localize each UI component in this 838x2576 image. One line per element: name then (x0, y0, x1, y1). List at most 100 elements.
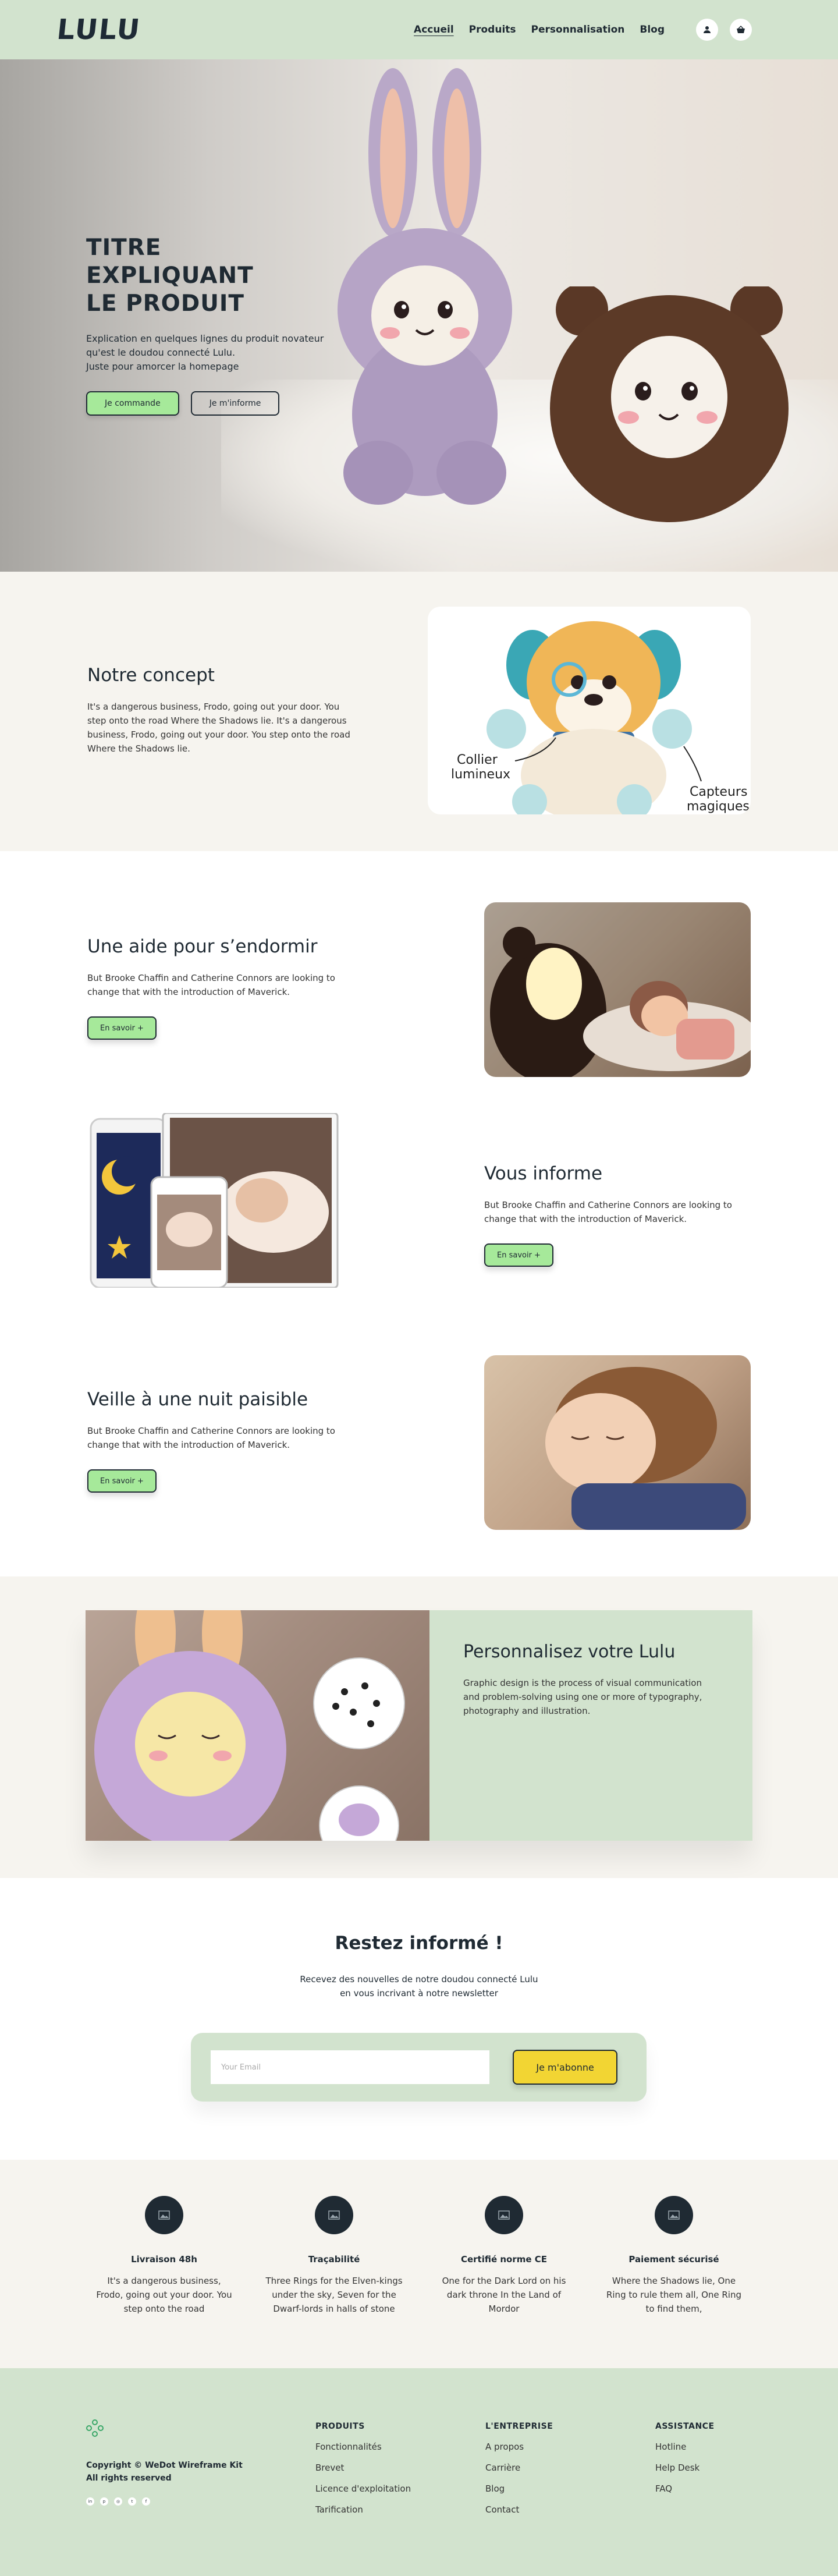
nav-link-personnalisation[interactable]: Personnalisation (531, 24, 625, 36)
footer-link-help-desk[interactable]: Help Desk (655, 2462, 715, 2473)
feature-sleep-button[interactable]: En savoir + (87, 1016, 157, 1040)
sensors-label-line-1: Capteurs (690, 785, 747, 799)
usp-secure-payment-text: Where the Shadows lie, One Ring to rule … (606, 2276, 742, 2314)
image-icon (485, 2196, 523, 2234)
newsletter-subtitle-line-2: en vous incrivant à notre newsletter (340, 1988, 498, 1999)
pinterest-icon[interactable]: p (100, 2497, 108, 2506)
footer-col-company-title: L'ENTREPRISE (485, 2422, 553, 2431)
personalize-image (86, 1610, 429, 1841)
basket-icon[interactable] (730, 19, 752, 41)
nav-link-produits[interactable]: Produits (469, 24, 516, 36)
facebook-icon[interactable]: f (142, 2497, 150, 2506)
sleeping-child-image (545, 1367, 746, 1530)
sensors-label-line-2: magiques (687, 799, 750, 814)
instagram-icon[interactable]: ◎ (114, 2497, 122, 2506)
footer-link-patent[interactable]: Brevet (315, 2462, 411, 2473)
hero-title: TITRE EXPLIQUANT LE PRODUIT (86, 234, 331, 318)
usp-secure-payment-title: Paiement sécurisé (628, 2254, 719, 2265)
feature-sleep-text: But Brooke Chaffin and Catherine Connors… (87, 973, 335, 997)
hero-content: TITRE EXPLIQUANT LE PRODUIT Explication … (86, 234, 331, 416)
feature-night-button[interactable]: En savoir + (87, 1469, 157, 1493)
usp-delivery: Livraison 48h It's a dangerous business,… (79, 2160, 249, 2368)
copyright: Copyright © WeDot Wireframe Kit All righ… (86, 2459, 261, 2485)
subscribe-button[interactable]: Je m'abonne (513, 2050, 617, 2085)
hero-subtitle-line-3: Juste pour amorcer la homepage (86, 361, 239, 372)
concept-section: Notre concept It's a dangerous business,… (0, 572, 838, 851)
footer-link-contact[interactable]: Contact (485, 2504, 553, 2515)
top-navigation: LULU Accueil Produits Personnalisation B… (0, 0, 838, 59)
feature-sleep-image (484, 902, 751, 1077)
feature-inform-text: But Brooke Chaffin and Catherine Connors… (484, 1200, 732, 1224)
image-icon (145, 2196, 183, 2234)
feature-inform-image (87, 1113, 354, 1288)
personalize-title: Personnalisez votre Lulu (463, 1642, 676, 1662)
hero-section: TITRE EXPLIQUANT LE PRODUIT Explication … (0, 59, 838, 572)
nav-links: Accueil Produits Personnalisation Blog (414, 24, 665, 36)
personalize-content: Personnalisez votre Lulu Graphic design … (429, 1610, 752, 1841)
footer: Copyright © WeDot Wireframe Kit All righ… (0, 2368, 838, 2576)
usp-ce-certified-text: One for the Dark Lord on his dark throne… (442, 2276, 566, 2314)
usp-traceability-title: Traçabilité (308, 2254, 360, 2265)
night-light-bear-image (484, 902, 751, 1077)
hero-subtitle-line-2: qu'est le doudou connecté Lulu. (86, 347, 236, 358)
feature-inform-button[interactable]: En savoir + (484, 1243, 553, 1267)
footer-link-pricing[interactable]: Tarification (315, 2504, 411, 2515)
twitter-icon[interactable]: t (128, 2497, 136, 2506)
usp-delivery-text: It's a dangerous business, Frodo, going … (96, 2276, 232, 2314)
footer-col-support-title: ASSISTANCE (655, 2422, 715, 2431)
logo[interactable]: LULU (55, 13, 143, 46)
usp-secure-payment: Paiement sécurisé Where the Shadows lie,… (589, 2160, 759, 2368)
footer-link-about[interactable]: A propos (485, 2442, 553, 2452)
feature-inform: Vous informe But Brooke Chaffin and Cath… (484, 1163, 758, 1267)
collar-label-line-2: lumineux (451, 767, 510, 782)
newsletter-title: Restez informé ! (335, 1933, 503, 1954)
footer-brand: Copyright © WeDot Wireframe Kit All righ… (86, 2419, 261, 2506)
concept-image-card: Collier lumineux Capteurs magiques (428, 607, 751, 814)
image-icon (315, 2196, 353, 2234)
nav-link-accueil[interactable]: Accueil (414, 24, 454, 36)
footer-link-careers[interactable]: Carrière (485, 2462, 553, 2473)
newsletter-subtitle-line-1: Recevez des nouvelles de notre doudou co… (300, 1974, 538, 1985)
features-section: Une aide pour s’endormir But Brooke Chaf… (0, 851, 838, 1576)
newsletter-section: Restez informé ! Recevez des nouvelles d… (0, 1878, 838, 2160)
footer-col-products: PRODUITS Fonctionnalités Brevet Licence … (315, 2422, 411, 2515)
footer-logo-icon[interactable] (86, 2419, 104, 2437)
nav-right: Accueil Produits Personnalisation Blog (414, 19, 752, 41)
purple-bunny-image (94, 1610, 405, 1841)
hero-title-line-1: TITRE EXPLIQUANT (86, 235, 254, 289)
usp-delivery-title: Livraison 48h (131, 2254, 197, 2265)
email-input[interactable] (211, 2050, 490, 2084)
footer-link-features[interactable]: Fonctionnalités (315, 2442, 411, 2452)
newsletter-form: Je m'abonne (191, 2033, 647, 2102)
footer-col-products-title: PRODUITS (315, 2422, 365, 2431)
hero-subtitle-line-1: Explication en quelques lignes du produi… (86, 333, 324, 344)
feature-sleep-title: Une aide pour s’endormir (87, 936, 318, 957)
learn-more-button[interactable]: Je m'informe (190, 391, 280, 416)
newsletter-subtitle: Recevez des nouvelles de notre doudou co… (0, 1972, 838, 2000)
hero-buttons: Je commande Je m'informe (86, 391, 331, 416)
nav-link-blog[interactable]: Blog (640, 24, 665, 36)
feature-night: Veille à une nuit paisible But Brooke Ch… (87, 1389, 361, 1493)
bear-plush-image (550, 286, 789, 522)
footer-link-blog[interactable]: Blog (485, 2483, 553, 2494)
hero-title-line-2: LE PRODUIT (86, 290, 244, 317)
bunny-plush-image (338, 68, 512, 505)
social-links: in p ◎ t f (86, 2497, 261, 2506)
usp-ce-certified-title: Certifié norme CE (460, 2254, 548, 2265)
feature-night-title: Veille à une nuit paisible (87, 1389, 308, 1410)
usp-section: Livraison 48h It's a dangerous business,… (0, 2160, 838, 2368)
linkedin-icon[interactable]: in (86, 2497, 94, 2506)
feature-sleep: Une aide pour s’endormir But Brooke Chaf… (87, 936, 361, 1040)
order-button[interactable]: Je commande (86, 391, 179, 416)
footer-link-hotline[interactable]: Hotline (655, 2442, 715, 2452)
footer-link-license[interactable]: Licence d'exploitation (315, 2483, 411, 2494)
personalize-card: Personnalisez votre Lulu Graphic design … (86, 1610, 752, 1841)
feature-inform-title: Vous informe (484, 1163, 603, 1184)
concept-title: Notre concept (87, 665, 215, 686)
footer-col-support: ASSISTANCE Hotline Help Desk FAQ (655, 2422, 715, 2494)
collar-label-line-1: Collier (457, 753, 498, 767)
footer-col-company: L'ENTREPRISE A propos Carrière Blog Cont… (485, 2422, 553, 2515)
nav-icons (696, 19, 752, 41)
user-icon[interactable] (696, 19, 718, 41)
footer-link-faq[interactable]: FAQ (655, 2483, 715, 2494)
